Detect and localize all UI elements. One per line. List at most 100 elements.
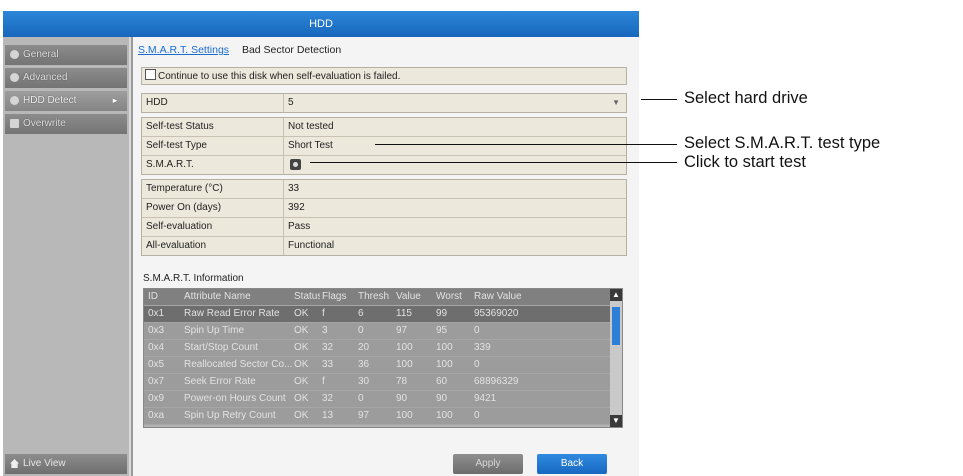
hdd-detect-icon (10, 96, 19, 105)
table-cell: 90 (396, 393, 408, 404)
table-cell: 20 (358, 342, 370, 353)
smart-info-table: ID Attribute Name Status Flags Thresh Va… (143, 288, 623, 428)
table-row[interactable]: 0x1 Raw Read Error Rate OK f 6 115 99 95369020 (144, 306, 622, 323)
table-cell: 0 (474, 359, 480, 370)
table-cell: 115 (396, 308, 412, 319)
table-row[interactable]: 0x3 Spin Up Time OK 3 0 97 95 0 (144, 323, 622, 340)
start-test-button[interactable] (290, 159, 301, 170)
table-cell: OK (294, 359, 309, 370)
scrollbar-thumb[interactable] (612, 307, 620, 345)
table-cell: 3 (322, 325, 328, 336)
table-cell: f (322, 308, 325, 319)
table-cell: 90 (436, 393, 448, 404)
table-header: ID Attribute Name Status Flags Thresh Va… (144, 289, 622, 306)
table-cell: 339 (474, 342, 491, 353)
sidebar-item-label: Overwrite (23, 118, 66, 129)
table-cell: OK (294, 393, 309, 404)
table-cell: Raw Read Error Rate (184, 308, 280, 319)
table-cell: 0 (474, 325, 480, 336)
table-body: 0x1 Raw Read Error Rate OK f 6 115 99 95369020 0… (144, 306, 622, 425)
table-cell: 6 (358, 308, 364, 319)
dropdown-arrow-icon[interactable]: ▼ (612, 94, 620, 112)
apply-button[interactable]: Apply (453, 454, 523, 474)
tab-bad-sector-detection[interactable]: Bad Sector Detection (242, 44, 341, 56)
sidebar-item-label: Advanced (23, 72, 68, 83)
table-cell: 32 (322, 393, 334, 404)
gear-icon (10, 50, 19, 59)
callout-line-test-type (375, 144, 677, 145)
table-row[interactable]: 0xa Spin Up Retry Count OK 13 97 100 100 0 (144, 408, 622, 425)
temperature-value: 33 (288, 183, 300, 194)
self-test-type-row[interactable]: Self-test Type Short Test (142, 137, 626, 156)
table-cell: 32 (322, 342, 334, 353)
callout-line-start (310, 162, 677, 163)
column-header: Worst (436, 291, 462, 302)
hdd-label: HDD (146, 97, 168, 108)
table-scrollbar[interactable]: ▲ ▼ (610, 289, 622, 427)
table-cell: 0x9 (148, 393, 165, 404)
back-button[interactable]: Back (537, 454, 607, 474)
sidebar: General Advanced HDD Detect ► Overwrite (3, 37, 129, 476)
self-evaluation-label: Self-evaluation (146, 221, 213, 232)
self-evaluation-row: Self-evaluation Pass (142, 218, 626, 237)
column-header: ID (148, 291, 158, 302)
table-cell: 0x1 (148, 308, 165, 319)
sidebar-item-overwrite[interactable]: Overwrite (5, 114, 127, 134)
table-cell: 97 (358, 410, 370, 421)
window-title: HDD (3, 11, 639, 37)
continue-checkbox[interactable] (145, 69, 156, 80)
column-divider (283, 218, 284, 236)
self-evaluation-value: Pass (288, 221, 311, 232)
home-icon (10, 459, 19, 468)
table-cell: Power-on Hours Count (184, 393, 286, 404)
table-cell: OK (294, 308, 309, 319)
table-cell: 9421 (474, 393, 497, 404)
table-cell: 0x5 (148, 359, 165, 370)
self-test-status-label: Self-test Status (146, 121, 214, 132)
table-row[interactable]: 0x4 Start/Stop Count OK 32 20 100 100 339 (144, 340, 622, 357)
tab-smart-settings[interactable]: S.M.A.R.T. Settings (138, 44, 229, 56)
sidebar-item-hdd-detect[interactable]: HDD Detect ► (5, 91, 127, 111)
table-cell: 100 (396, 359, 413, 370)
hdd-select-row[interactable]: HDD 5 ▼ (142, 94, 626, 112)
column-divider (283, 137, 284, 155)
live-view-button[interactable]: Live View (5, 454, 127, 474)
chevron-right-icon: ► (111, 96, 119, 105)
annotation-select-hdd: Select hard drive (684, 89, 808, 107)
all-evaluation-row: All-evaluation Functional (142, 237, 626, 255)
main-panel: S.M.A.R.T. Settings Bad Sector Detection… (131, 37, 639, 476)
column-divider (283, 199, 284, 217)
table-cell: Spin Up Retry Count (184, 410, 276, 421)
self-test-status-value: Not tested (288, 121, 334, 132)
smart-test-row: S.M.A.R.T. (142, 156, 626, 174)
self-test-type-dropdown[interactable]: Short Test (288, 137, 333, 155)
table-cell: Start/Stop Count (184, 342, 258, 353)
table-cell: OK (294, 342, 309, 353)
table-cell: 100 (436, 410, 453, 421)
table-cell: OK (294, 325, 309, 336)
hdd-select-group: HDD 5 ▼ (141, 93, 627, 113)
sidebar-item-general[interactable]: General (5, 45, 127, 65)
table-cell: 97 (396, 325, 408, 336)
table-row[interactable]: 0x7 Seek Error Rate OK f 30 78 60 68896329 (144, 374, 622, 391)
tab-bar: S.M.A.R.T. Settings Bad Sector Detection (138, 44, 351, 56)
continue-checkbox-row[interactable]: Continue to use this disk when self-eval… (141, 67, 627, 85)
table-cell: OK (294, 410, 309, 421)
continue-checkbox-label: Continue to use this disk when self-eval… (158, 71, 401, 82)
scroll-up-icon[interactable]: ▲ (610, 289, 622, 301)
scroll-down-icon[interactable]: ▼ (610, 415, 622, 427)
table-row[interactable]: 0x9 Power-on Hours Count OK 32 0 90 90 9421 (144, 391, 622, 408)
sidebar-item-advanced[interactable]: Advanced (5, 68, 127, 88)
table-cell: Seek Error Rate (184, 376, 256, 387)
table-cell: 30 (358, 376, 370, 387)
table-cell: 0x4 (148, 342, 165, 353)
table-cell: 0 (358, 393, 364, 404)
table-cell: 0x3 (148, 325, 165, 336)
hdd-dropdown-value[interactable]: 5 (288, 94, 294, 112)
table-cell: 95 (436, 325, 448, 336)
column-header: Raw Value (474, 291, 522, 302)
column-divider (283, 94, 284, 112)
column-header: Flags (322, 291, 347, 302)
table-row[interactable]: 0x5 Reallocated Sector Co... OK 33 36 100 100 0 (144, 357, 622, 374)
self-test-group: Self-test Status Not tested Self-test Ty… (141, 117, 627, 175)
